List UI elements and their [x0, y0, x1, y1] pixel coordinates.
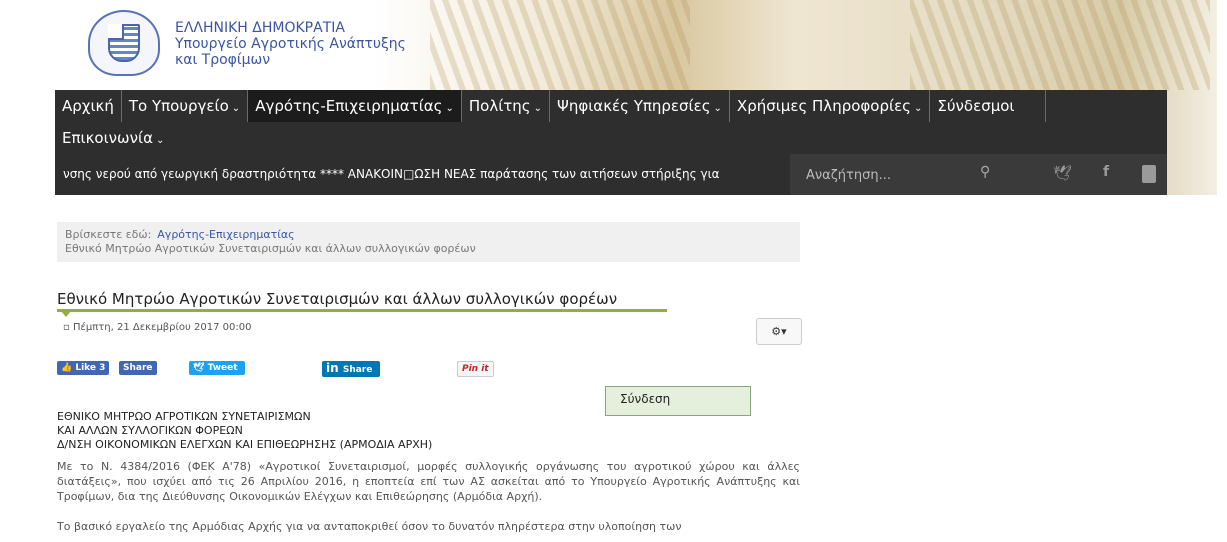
ministry-brand[interactable]: ΕΛΛΗΝΙΚΗ ΔΗΜΟΚΡΑΤΙΑ Υπουργείο Αγροτικής … [175, 20, 406, 68]
pinterest-button[interactable]: Pin it [457, 361, 494, 377]
nav-row-1: Αρχική Το Υπουργείο ⌄ Αγρότης-Επιχειρηματ… [55, 90, 1046, 122]
nav-row-2: Επικοινωνία ⌄ [55, 122, 171, 154]
nav-item-useful-info[interactable]: Χρήσιμες Πληροφορίες ⌄ [730, 90, 931, 122]
article-paragraph-1: Με το Ν. 4384/2016 (ΦΕΚ Α'78) «Αγροτικοί… [57, 460, 800, 503]
caret-down-icon: ▾ [781, 325, 787, 338]
breadcrumb-current: Εθνικό Μητρώο Αγροτικών Συνεταιρισμών κα… [65, 242, 476, 255]
breadcrumb-link[interactable]: Αγρότης-Επιχειρηματίας [157, 228, 294, 241]
chevron-down-icon: ⌄ [445, 103, 454, 114]
chevron-down-icon: ⌄ [533, 103, 543, 114]
nav-item-citizen[interactable]: Πολίτης ⌄ [462, 90, 551, 122]
article-paragraph-2: Το βασικό εργαλείο της Αρμόδιας Αρχής γι… [57, 520, 682, 533]
main-nav: Αρχική Το Υπουργείο ⌄ Αγρότης-Επιχειρηματ… [55, 90, 1167, 195]
nav-item-digital-services[interactable]: Ψηφιακές Υπηρεσίες ⌄ [550, 90, 730, 122]
search-input[interactable] [804, 164, 928, 186]
title-underline-tip [61, 311, 71, 317]
heading-line: ΕΘΝΙΚΟ ΜΗΤΡΩΟ ΑΓΡΟΤΙΚΩΝ ΣΥΝΕΤΑΙΡΙΣΜΩΝ [57, 410, 311, 423]
chevron-down-icon: ⌄ [913, 103, 923, 114]
nav-item-ministry[interactable]: Το Υπουργείο ⌄ [122, 90, 249, 122]
title-underline [57, 309, 667, 312]
page-title: Εθνικό Μητρώο Αγροτικών Συνεταιρισμών κα… [57, 290, 618, 308]
breadcrumb: Βρίσκεστε εδώ: Αγρότης-Επιχειρηματίας Εθν… [57, 222, 800, 262]
heading-line: Δ/ΝΣΗ ΟΙΚΟΝΟΜΙΚΩΝ ΕΛΕΓΧΩΝ ΚΑΙ ΕΠΙΘΕΩΡΗΣΗ… [57, 438, 433, 451]
header-wheat-image [430, 0, 690, 90]
linkedin-share-button[interactable]: in Share [322, 361, 380, 377]
breadcrumb-prefix: Βρίσκεστε εδώ: [65, 228, 152, 241]
linkedin-icon: in [326, 361, 343, 375]
login-button[interactable]: Σύνδεση [605, 386, 751, 416]
search-icon[interactable]: ⚲ [980, 164, 990, 180]
nav-item-links[interactable]: Σύνδεσμοι [930, 90, 1046, 122]
thumbs-up-icon: 👍 [61, 363, 76, 373]
article-tools-button[interactable]: ⚙▾ [756, 318, 802, 345]
facebook-like-button[interactable]: 👍 Like 3 [57, 361, 110, 375]
article-heading: ΕΘΝΙΚΟ ΜΗΤΡΩΟ ΑΓΡΟΤΙΚΩΝ ΣΥΝΕΤΑΙΡΙΣΜΩΝ ΚΑ… [57, 410, 432, 452]
brand-line-3: και Τροφίμων [175, 52, 271, 68]
article-date: ▫ Πέμπτη, 21 Δεκεμβρίου 2017 00:00 [63, 322, 252, 333]
search-area: ⚲ 🕊 f [790, 154, 1167, 195]
chevron-down-icon: ⌄ [713, 103, 722, 114]
news-ticker[interactable]: νσης νερού από γεωργική δραστηριότητα **… [55, 154, 790, 195]
gear-icon: ⚙ [771, 325, 782, 338]
tweet-button[interactable]: 🕊 Tweet [189, 361, 245, 375]
brand-line-1: ΕΛΛΗΝΙΚΗ ΔΗΜΟΚΡΑΤΙΑ [175, 20, 345, 36]
greek-coat-of-arms-icon[interactable] [88, 10, 160, 76]
nav-item-contact[interactable]: Επικοινωνία ⌄ [55, 122, 171, 154]
brand-line-2: Υπουργείο Αγροτικής Ανάπτυξης [175, 36, 406, 52]
facebook-share-button[interactable]: Share [119, 361, 157, 375]
facebook-icon[interactable]: f [1103, 164, 1109, 180]
calendar-icon: ▫ [63, 322, 73, 333]
youtube-icon[interactable] [1142, 165, 1156, 183]
nav-item-home[interactable]: Αρχική [55, 90, 122, 122]
chevron-down-icon: ⌄ [231, 103, 241, 114]
heading-line: ΚΑΙ ΑΛΛΩΝ ΣΥΛΛΟΓΙΚΩΝ ΦΟΡΕΩΝ [57, 424, 243, 437]
header-wheat-image [910, 0, 1210, 90]
twitter-icon: 🕊 [193, 363, 208, 373]
nav-item-farmer-business[interactable]: Αγρότης-Επιχειρηματίας ⌄ [248, 90, 462, 122]
chevron-down-icon: ⌄ [155, 135, 165, 146]
twitter-icon[interactable]: 🕊 [1053, 164, 1072, 182]
